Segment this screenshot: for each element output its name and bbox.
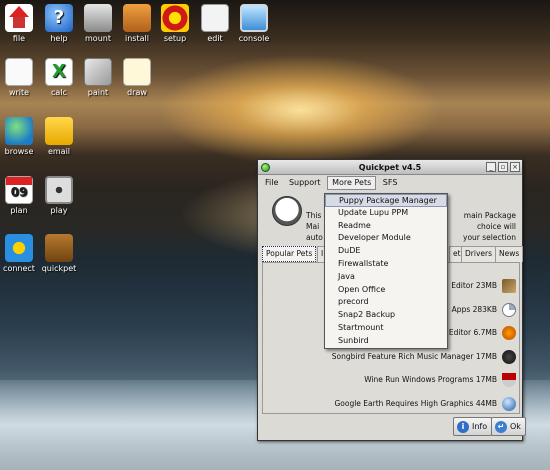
network-icon xyxy=(5,234,33,262)
intro-line: auto xyxy=(306,233,323,242)
intro-line: your selection xyxy=(463,233,516,242)
desktop-icon-label: email xyxy=(47,147,71,156)
pet-row[interactable]: Editor 23MB xyxy=(451,280,497,292)
ok-arrow-icon: ↵ xyxy=(495,421,507,433)
document-icon xyxy=(5,58,33,86)
pet-row[interactable]: Wine Run Windows Programs 17MB xyxy=(364,374,497,386)
pie-icon xyxy=(502,303,516,317)
menu-item-startmount[interactable]: Startmount xyxy=(325,322,447,335)
maximize-icon[interactable]: ▫ xyxy=(498,162,508,172)
pet-row[interactable]: Songbird Feature Rich Music Manager 17MB xyxy=(332,351,497,363)
desktop-icon-quickpet[interactable]: quickpet xyxy=(36,234,82,273)
desktop-icon-play[interactable]: play xyxy=(36,176,82,215)
tab-popular-pets[interactable]: Popular Pets xyxy=(262,246,317,262)
desktop-icon-label: quickpet xyxy=(41,264,77,273)
paint-icon xyxy=(84,58,112,86)
desktop-icon-label: play xyxy=(50,206,68,215)
menu-item-readme[interactable]: Readme xyxy=(325,220,447,233)
info-icon: i xyxy=(457,421,469,433)
menu-item-update-lupu-ppm[interactable]: Update Lupu PPM xyxy=(325,207,447,220)
menubar: File Support More Pets SFS xyxy=(258,175,522,191)
pet-row[interactable]: Apps 283KB xyxy=(452,304,497,316)
envelope-icon xyxy=(45,117,73,145)
ok-button[interactable]: ↵ Ok xyxy=(491,417,526,436)
headphones-icon xyxy=(502,326,516,340)
desktop-icon-console[interactable]: console xyxy=(231,4,277,43)
intro-line: choice will xyxy=(476,222,516,231)
drive-icon xyxy=(84,4,112,32)
menu-item-snap2-backup[interactable]: Snap2 Backup xyxy=(325,309,447,322)
monitor-icon xyxy=(240,4,268,32)
globe-icon xyxy=(502,397,516,411)
pet-row[interactable]: Google Earth Requires High Graphics 44MB xyxy=(334,398,497,410)
desktop-icon-email[interactable]: email xyxy=(36,117,82,156)
menu-item-open-office[interactable]: Open Office xyxy=(325,284,447,297)
menu-item-sunbird[interactable]: Sunbird xyxy=(325,335,447,348)
menu-item-firewallstate[interactable]: Firewallstate xyxy=(325,258,447,271)
home-icon xyxy=(5,4,33,32)
info-button[interactable]: i Info xyxy=(453,417,493,436)
puppy-logo-icon xyxy=(272,196,302,226)
ok-button-label: Ok xyxy=(510,422,521,431)
desktop-icon-label: draw xyxy=(127,88,147,97)
toolbox-icon xyxy=(45,234,73,262)
desktop-icon-label: console xyxy=(238,34,270,43)
window-title: Quickpet v4.5 xyxy=(358,163,422,172)
intro-line: This xyxy=(306,211,322,220)
calendar-day: 09 xyxy=(10,185,28,199)
menu-sfs[interactable]: SFS xyxy=(379,175,402,191)
globe-icon xyxy=(5,117,33,145)
desktop-icon-draw[interactable]: draw xyxy=(114,58,160,97)
edit-icon xyxy=(201,4,229,32)
intro-text-right: main Package choice will your selection xyxy=(463,210,516,243)
tab-news[interactable]: News xyxy=(495,246,524,262)
briefcase-icon xyxy=(123,4,151,32)
intro-line: Mai xyxy=(306,222,320,231)
menu-support[interactable]: Support xyxy=(285,175,325,191)
info-button-label: Info xyxy=(472,422,488,431)
help-icon: ? xyxy=(45,4,73,32)
menu-item-puppy-package-manager[interactable]: Puppy Package Manager xyxy=(325,194,447,207)
intro-line: main Package xyxy=(463,211,516,220)
menu-item-precord[interactable]: precord xyxy=(325,296,447,309)
window-titlebar[interactable]: Quickpet v4.5 _ ▫ × xyxy=(258,160,522,175)
menu-item-java[interactable]: Java xyxy=(325,271,447,284)
menu-item-dude[interactable]: DuDE xyxy=(325,245,447,258)
menu-item-developer-module[interactable]: Developer Module xyxy=(325,232,447,245)
calendar-icon: 09 xyxy=(5,176,33,204)
window-footer: i Info ↵ Ok xyxy=(258,414,526,440)
pet-row[interactable]: Editor 6.7MB xyxy=(449,327,497,339)
more-pets-menu: Puppy Package Manager Update Lupu PPM Re… xyxy=(324,193,448,349)
spreadsheet-icon: X xyxy=(45,58,73,86)
setup-icon xyxy=(161,4,189,32)
pen-icon xyxy=(502,279,516,293)
tab-drivers[interactable]: Drivers xyxy=(461,246,496,262)
close-icon[interactable]: × xyxy=(510,162,520,172)
minimize-icon[interactable]: _ xyxy=(486,162,496,172)
draw-icon xyxy=(123,58,151,86)
film-reel-icon xyxy=(45,176,73,204)
intro-text-left: This Mai auto xyxy=(306,210,323,243)
wine-icon xyxy=(502,373,516,387)
menu-more-pets[interactable]: More Pets xyxy=(327,176,377,190)
menu-file[interactable]: File xyxy=(261,175,282,191)
songbird-icon xyxy=(502,350,516,364)
